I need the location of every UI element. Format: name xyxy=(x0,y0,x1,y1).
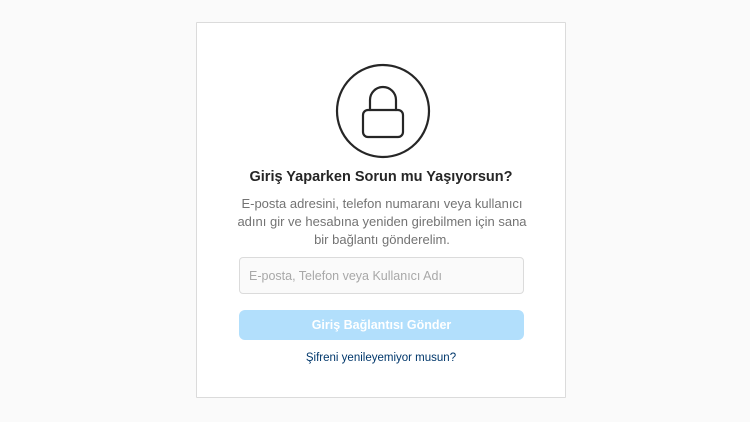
instructions-text: E-posta adresini, telefon numaranı veya … xyxy=(237,196,527,247)
cant-reset-password-link[interactable]: Şifreni yenileyemiyor musun? xyxy=(197,352,565,364)
identifier-input[interactable] xyxy=(239,257,524,294)
send-login-link-button[interactable]: Giriş Bağlantısı Gönder xyxy=(239,310,524,340)
page-title: Giriş Yaparken Sorun mu Yaşıyorsun? xyxy=(249,169,513,185)
lock-icon xyxy=(335,63,431,159)
password-reset-card: Giriş Yaparken Sorun mu Yaşıyorsun? E-po… xyxy=(196,22,566,398)
